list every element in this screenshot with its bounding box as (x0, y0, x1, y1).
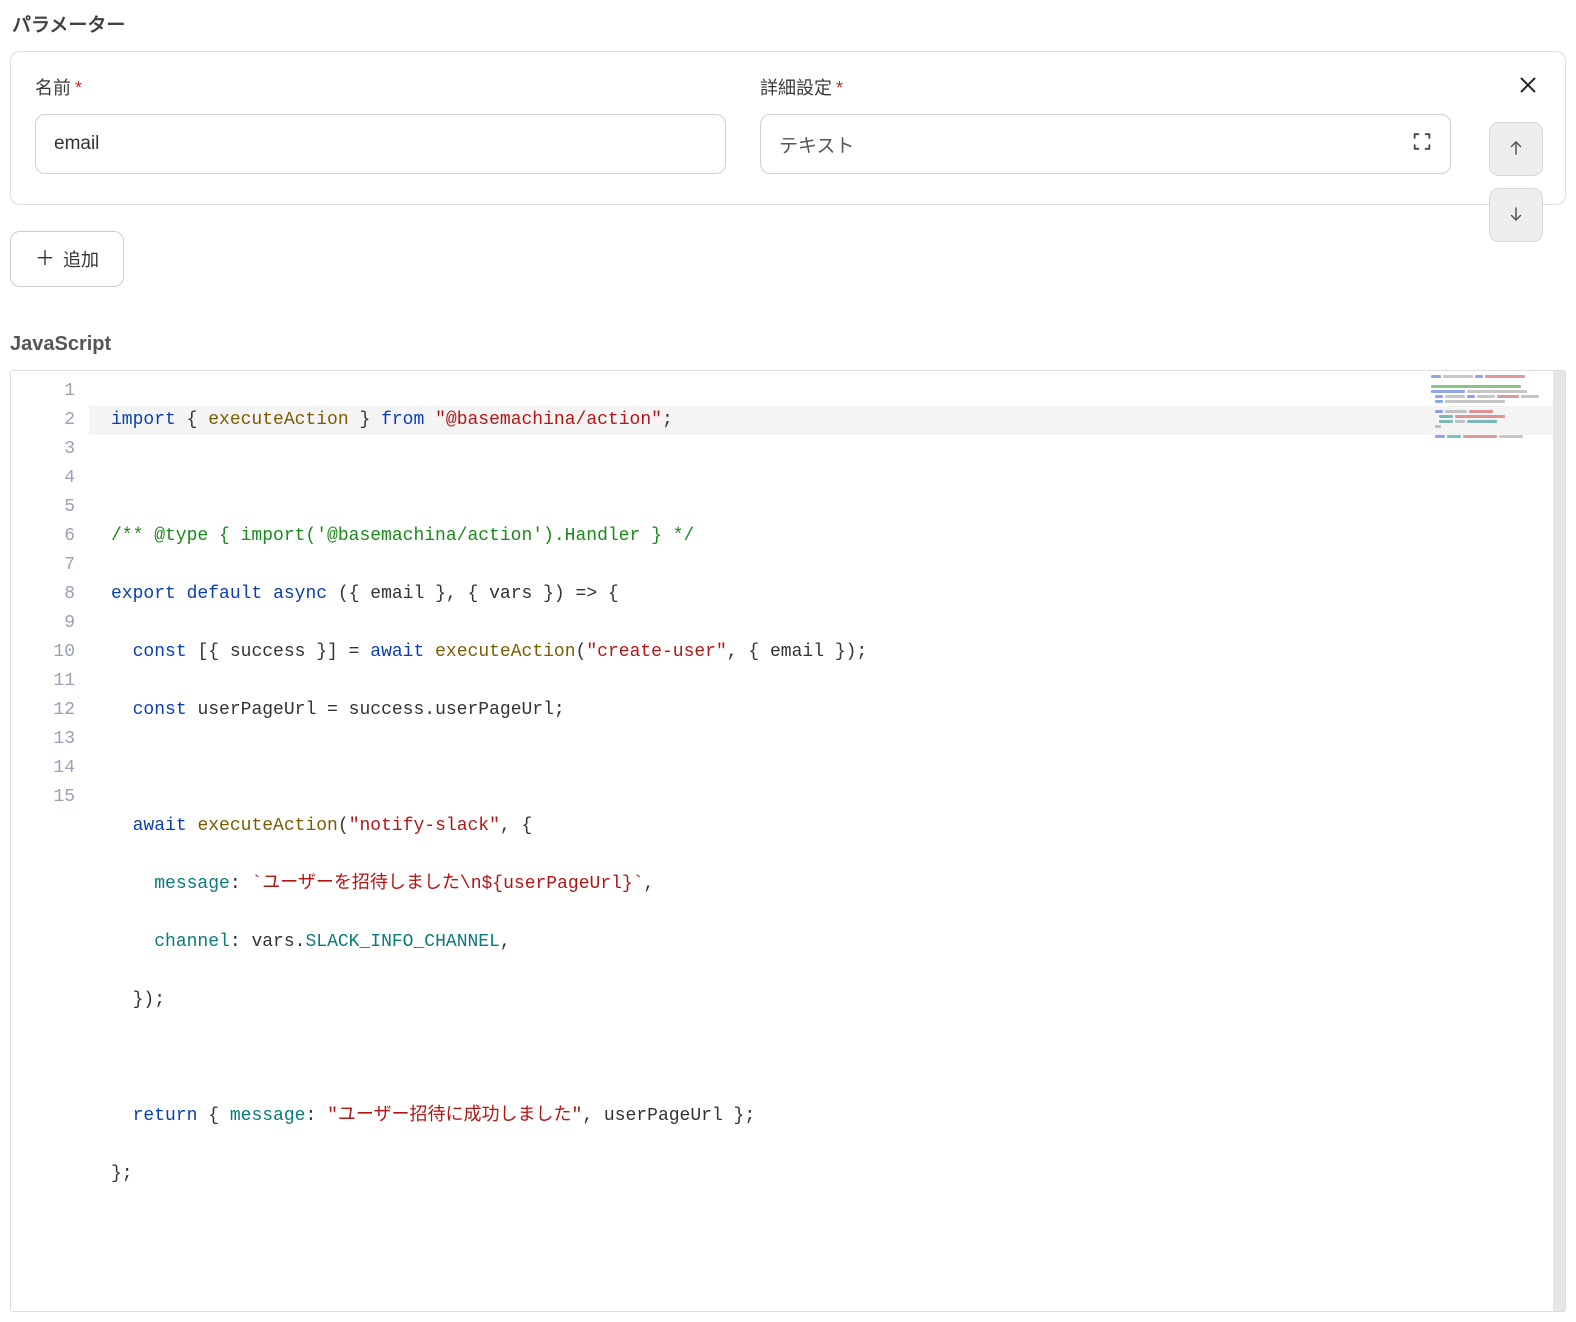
add-parameter-button[interactable]: ＋ 追加 (10, 231, 124, 287)
name-input[interactable] (35, 114, 726, 174)
move-down-button[interactable] (1489, 188, 1543, 242)
move-up-button[interactable] (1489, 122, 1543, 176)
name-label: 名前* (35, 74, 726, 100)
expand-icon (1411, 131, 1433, 158)
code-content[interactable]: import { executeAction } from "@basemach… (89, 371, 1565, 1311)
arrow-down-icon (1507, 205, 1525, 226)
remove-parameter-button[interactable] (1513, 70, 1543, 100)
scrollbar[interactable] (1553, 371, 1565, 1311)
arrow-up-icon (1507, 139, 1525, 160)
detail-select-value: テキスト (779, 131, 854, 158)
parameter-card: 名前* 詳細設定* テキスト (10, 51, 1566, 205)
code-editor[interactable]: 1 2 3 4 5 6 7 8 9 10 11 12 13 14 15 impo… (10, 370, 1566, 1312)
add-button-label: 追加 (63, 246, 99, 272)
required-asterisk: * (836, 78, 843, 98)
javascript-title: JavaScript (10, 333, 1566, 356)
detail-label: 詳細設定* (760, 74, 1451, 100)
parameters-title: パラメーター (12, 10, 1566, 37)
plus-icon: ＋ (35, 249, 55, 269)
required-asterisk: * (75, 78, 82, 98)
line-gutter: 1 2 3 4 5 6 7 8 9 10 11 12 13 14 15 (11, 371, 89, 1311)
detail-select[interactable]: テキスト (760, 114, 1451, 174)
